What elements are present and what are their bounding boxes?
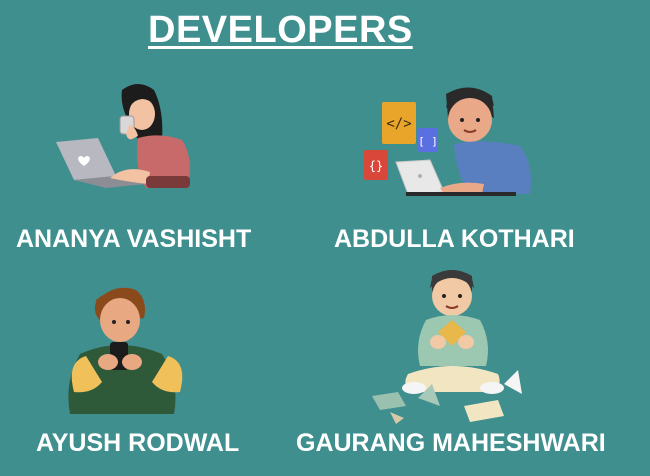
developer-name-2: ABDULLA KOTHARI (334, 225, 575, 253)
developer-name-1: ANANYA VASHISHT (16, 225, 252, 253)
developer-illustration-gaurang (372, 270, 522, 424)
svg-text:{}: {} (369, 159, 383, 173)
developer-illustration-ananya (56, 84, 190, 188)
svg-text:</>: </> (386, 116, 411, 132)
developer-name-4: GAURANG MAHESHWARI (296, 429, 606, 457)
developer-illustration-ayush (68, 287, 183, 414)
developer-illustration-abdulla: </> [ ] {} (364, 87, 531, 196)
page-title: DEVELOPERS (148, 9, 413, 51)
svg-text:[ ]: [ ] (418, 135, 438, 148)
developer-name-3: AYUSH RODWAL (36, 429, 240, 457)
